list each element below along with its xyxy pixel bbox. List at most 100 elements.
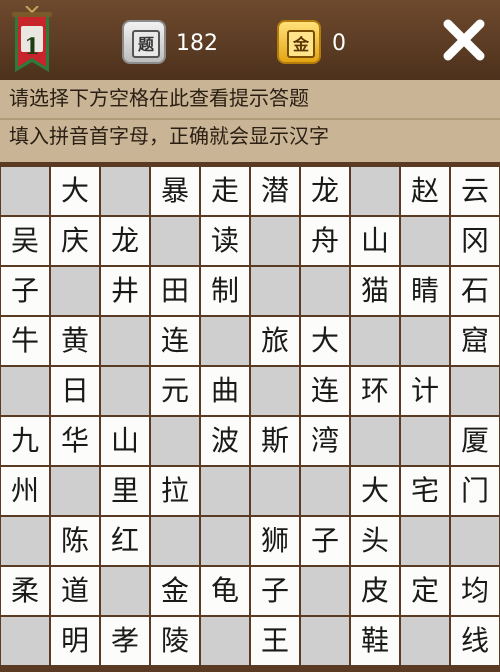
- grid-cell-blank[interactable]: [351, 167, 399, 215]
- grid-cell[interactable]: 皮: [351, 567, 399, 615]
- grid-cell[interactable]: 冈: [451, 217, 499, 265]
- grid-cell[interactable]: 线: [451, 617, 499, 665]
- grid-cell[interactable]: 柔: [1, 567, 49, 615]
- grid-cell-blank[interactable]: [1, 167, 49, 215]
- grid-cell[interactable]: 大: [51, 167, 99, 215]
- grid-cell-blank[interactable]: [251, 217, 299, 265]
- grid-cell-blank[interactable]: [151, 417, 199, 465]
- grid-cell[interactable]: 旅: [251, 317, 299, 365]
- grid-cell[interactable]: 王: [251, 617, 299, 665]
- grid-cell[interactable]: 读: [201, 217, 249, 265]
- grid-cell[interactable]: 道: [51, 567, 99, 615]
- grid-cell-blank[interactable]: [201, 317, 249, 365]
- grid-cell[interactable]: 红: [101, 517, 149, 565]
- grid-cell[interactable]: 连: [151, 317, 199, 365]
- grid-cell-blank[interactable]: [401, 517, 449, 565]
- grid-cell-blank[interactable]: [401, 617, 449, 665]
- grid-cell[interactable]: 斯: [251, 417, 299, 465]
- grid-cell-blank[interactable]: [251, 267, 299, 315]
- grid-cell[interactable]: 里: [101, 467, 149, 515]
- grid-cell[interactable]: 连: [301, 367, 349, 415]
- grid-cell-blank[interactable]: [1, 617, 49, 665]
- grid-cell[interactable]: 州: [1, 467, 49, 515]
- grid-cell[interactable]: 子: [1, 267, 49, 315]
- grid-cell[interactable]: 金: [151, 567, 199, 615]
- grid-cell[interactable]: 计: [401, 367, 449, 415]
- grid-cell[interactable]: 龟: [201, 567, 249, 615]
- grid-cell[interactable]: 窟: [451, 317, 499, 365]
- grid-cell-blank[interactable]: [51, 467, 99, 515]
- grid-cell[interactable]: 陵: [151, 617, 199, 665]
- grid-cell-blank[interactable]: [301, 617, 349, 665]
- grid-cell[interactable]: 吴: [1, 217, 49, 265]
- grid-cell[interactable]: 潜: [251, 167, 299, 215]
- grid-cell[interactable]: 湾: [301, 417, 349, 465]
- grid-cell[interactable]: 明: [51, 617, 99, 665]
- grid-cell[interactable]: 睛: [401, 267, 449, 315]
- grid-cell[interactable]: 龙: [101, 217, 149, 265]
- grid-cell[interactable]: 黄: [51, 317, 99, 365]
- grid-cell-blank[interactable]: [401, 417, 449, 465]
- grid-cell-blank[interactable]: [401, 217, 449, 265]
- grid-cell-blank[interactable]: [201, 467, 249, 515]
- grid-cell-blank[interactable]: [401, 317, 449, 365]
- grid-cell[interactable]: 华: [51, 417, 99, 465]
- grid-cell[interactable]: 子: [251, 567, 299, 615]
- grid-cell[interactable]: 大: [301, 317, 349, 365]
- grid-cell[interactable]: 井: [101, 267, 149, 315]
- grid-cell[interactable]: 孝: [101, 617, 149, 665]
- grid-cell[interactable]: 陈: [51, 517, 99, 565]
- grid-cell[interactable]: 元: [151, 367, 199, 415]
- grid-cell[interactable]: 宅: [401, 467, 449, 515]
- grid-cell[interactable]: 牛: [1, 317, 49, 365]
- grid-cell[interactable]: 山: [101, 417, 149, 465]
- close-button[interactable]: [438, 14, 490, 66]
- grid-cell-blank[interactable]: [101, 567, 149, 615]
- grid-cell[interactable]: 日: [51, 367, 99, 415]
- grid-cell[interactable]: 定: [401, 567, 449, 615]
- grid-cell-blank[interactable]: [301, 267, 349, 315]
- close-icon[interactable]: [438, 14, 490, 66]
- grid-cell[interactable]: 狮: [251, 517, 299, 565]
- grid-cell-blank[interactable]: [301, 467, 349, 515]
- grid-cell[interactable]: 环: [351, 367, 399, 415]
- grid-cell-blank[interactable]: [101, 167, 149, 215]
- grid-cell[interactable]: 大: [351, 467, 399, 515]
- grid-cell-blank[interactable]: [201, 517, 249, 565]
- grid-cell[interactable]: 龙: [301, 167, 349, 215]
- grid-cell-blank[interactable]: [351, 417, 399, 465]
- grid-cell[interactable]: 赵: [401, 167, 449, 215]
- grid-cell-blank[interactable]: [1, 517, 49, 565]
- grid-cell[interactable]: 拉: [151, 467, 199, 515]
- grid-cell[interactable]: 厦: [451, 417, 499, 465]
- grid-cell[interactable]: 云: [451, 167, 499, 215]
- grid-cell[interactable]: 九: [1, 417, 49, 465]
- grid-cell[interactable]: 暴: [151, 167, 199, 215]
- grid-cell-blank[interactable]: [1, 367, 49, 415]
- grid-cell-blank[interactable]: [101, 367, 149, 415]
- grid-cell-blank[interactable]: [101, 317, 149, 365]
- grid-cell[interactable]: 制: [201, 267, 249, 315]
- grid-cell[interactable]: 均: [451, 567, 499, 615]
- grid-cell[interactable]: 舟: [301, 217, 349, 265]
- grid-cell[interactable]: 山: [351, 217, 399, 265]
- grid-cell[interactable]: 石: [451, 267, 499, 315]
- grid-cell-blank[interactable]: [251, 367, 299, 415]
- grid-cell-blank[interactable]: [451, 517, 499, 565]
- grid-cell[interactable]: 曲: [201, 367, 249, 415]
- grid-cell-blank[interactable]: [301, 567, 349, 615]
- grid-cell-blank[interactable]: [151, 217, 199, 265]
- grid-cell[interactable]: 头: [351, 517, 399, 565]
- grid-cell-blank[interactable]: [151, 517, 199, 565]
- grid-cell[interactable]: 庆: [51, 217, 99, 265]
- grid-cell-blank[interactable]: [351, 317, 399, 365]
- grid-cell[interactable]: 猫: [351, 267, 399, 315]
- grid-cell[interactable]: 子: [301, 517, 349, 565]
- grid-cell[interactable]: 田: [151, 267, 199, 315]
- grid-cell[interactable]: 波: [201, 417, 249, 465]
- grid-cell-blank[interactable]: [451, 367, 499, 415]
- grid-cell-blank[interactable]: [251, 467, 299, 515]
- grid-cell[interactable]: 鞋: [351, 617, 399, 665]
- grid-cell-blank[interactable]: [51, 267, 99, 315]
- grid-cell[interactable]: 门: [451, 467, 499, 515]
